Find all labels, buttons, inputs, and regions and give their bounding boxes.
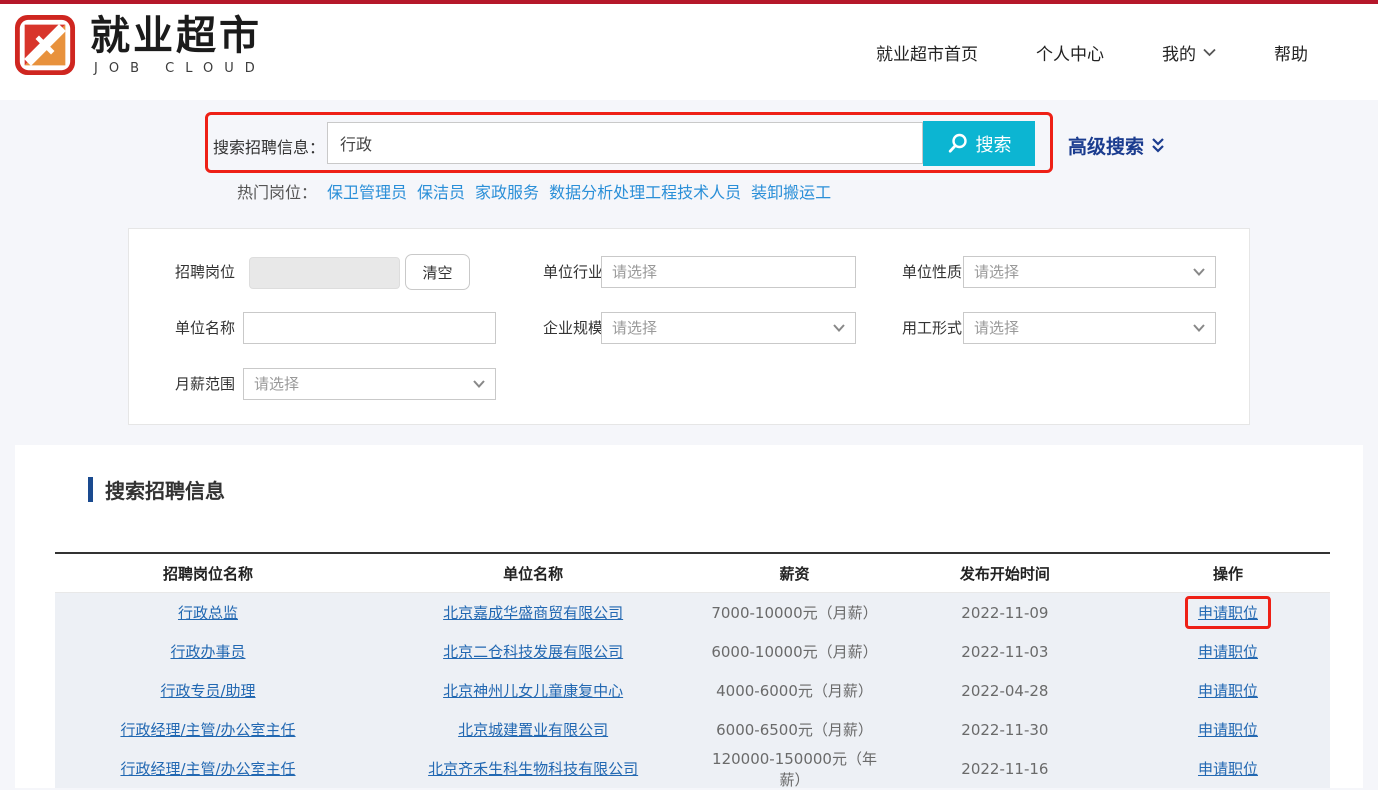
double-chevron-down-icon bbox=[1151, 137, 1165, 154]
salary-value: 6000-6500元（月薪） bbox=[705, 719, 884, 740]
table-body: 行政总监 北京嘉成华盛商贸有限公司 7000-10000元（月薪） 2022-1… bbox=[55, 593, 1330, 788]
site-header: 就业超市 JOB CLOUD 就业超市首页 个人中心 我的 帮助 bbox=[0, 4, 1378, 100]
apply-link[interactable]: 申请职位 bbox=[1198, 682, 1258, 700]
filter-label-nature: 单位性质 bbox=[896, 256, 962, 288]
site-logo[interactable]: 就业超市 JOB CLOUD bbox=[14, 14, 266, 76]
salary-value: 6000-10000元（月薪） bbox=[705, 641, 884, 662]
col-header-company: 单位名称 bbox=[361, 563, 705, 584]
logo-subtitle: JOB CLOUD bbox=[94, 61, 266, 76]
filter-panel: 招聘岗位 清空 单位行业 请选择 单位性质 请选择 单位名称 企业规模 请选择 … bbox=[128, 228, 1250, 425]
job-link[interactable]: 行政专员/助理 bbox=[160, 682, 255, 700]
publish-date: 2022-11-16 bbox=[884, 760, 1126, 778]
table-row: 行政经理/主管/办公室主任 北京齐禾生科生物科技有限公司 120000-1500… bbox=[55, 749, 1330, 788]
company-link[interactable]: 北京城建置业有限公司 bbox=[458, 721, 608, 739]
section-title-accent-bar bbox=[88, 477, 93, 502]
apply-link[interactable]: 申请职位 bbox=[1198, 643, 1258, 661]
company-link[interactable]: 北京齐禾生科生物科技有限公司 bbox=[428, 760, 638, 778]
select-chevron-icon bbox=[833, 324, 845, 332]
search-label: 搜索招聘信息： bbox=[213, 134, 325, 158]
job-link[interactable]: 行政总监 bbox=[178, 604, 238, 622]
industry-field[interactable]: 请选择 bbox=[601, 256, 856, 288]
table-row: 行政经理/主管/办公室主任 北京城建置业有限公司 6000-6500元（月薪） … bbox=[55, 710, 1330, 749]
salary-value: 7000-10000元（月薪） bbox=[705, 602, 884, 623]
job-link[interactable]: 行政经理/主管/办公室主任 bbox=[120, 760, 295, 778]
table-row: 行政专员/助理 北京神州儿女儿童康复中心 4000-6000元（月薪） 2022… bbox=[55, 671, 1330, 710]
filter-label-company: 单位名称 bbox=[169, 312, 235, 344]
hot-link-data-analysis[interactable]: 数据分析处理工程技术人员 bbox=[549, 179, 741, 203]
nav-help[interactable]: 帮助 bbox=[1274, 40, 1308, 65]
nav-mine[interactable]: 我的 bbox=[1162, 40, 1216, 65]
filter-label-salary: 月薪范围 bbox=[169, 368, 235, 400]
job-field-disabled bbox=[249, 257, 400, 289]
search-button-label: 搜索 bbox=[976, 131, 1012, 157]
jobs-table: 招聘岗位名称 单位名称 薪资 发布开始时间 操作 行政总监 北京嘉成华盛商贸有限… bbox=[55, 552, 1330, 788]
scale-select[interactable]: 请选择 bbox=[601, 312, 856, 344]
select-chevron-icon bbox=[1193, 268, 1205, 276]
job-link[interactable]: 行政办事员 bbox=[170, 643, 245, 661]
col-header-action: 操作 bbox=[1126, 563, 1330, 584]
search-input[interactable] bbox=[327, 122, 923, 164]
filter-label-employment: 用工形式 bbox=[896, 312, 962, 344]
salary-select[interactable]: 请选择 bbox=[243, 368, 496, 400]
nav-personal-center[interactable]: 个人中心 bbox=[1036, 40, 1104, 65]
logo-icon bbox=[14, 14, 76, 76]
company-link[interactable]: 北京神州儿女儿童康复中心 bbox=[443, 682, 623, 700]
hot-link-cleaner[interactable]: 保洁员 bbox=[417, 179, 465, 203]
apply-link[interactable]: 申请职位 bbox=[1198, 721, 1258, 739]
table-row: 行政总监 北京嘉成华盛商贸有限公司 7000-10000元（月薪） 2022-1… bbox=[55, 593, 1330, 632]
salary-value: 4000-6000元（月薪） bbox=[705, 680, 884, 701]
section-title: 搜索招聘信息 bbox=[88, 475, 225, 504]
publish-date: 2022-11-09 bbox=[884, 604, 1126, 622]
employment-select[interactable]: 请选择 bbox=[963, 312, 1216, 344]
table-row: 行政办事员 北京二仓科技发展有限公司 6000-10000元（月薪） 2022-… bbox=[55, 632, 1330, 671]
apply-link[interactable]: 申请职位 bbox=[1198, 760, 1258, 778]
table-header-row: 招聘岗位名称 单位名称 薪资 发布开始时间 操作 bbox=[55, 552, 1330, 593]
filter-label-job: 招聘岗位 bbox=[169, 256, 235, 288]
hot-jobs-row: 热门岗位： 保卫管理员 保洁员 家政服务 数据分析处理工程技术人员 装卸搬运工 bbox=[237, 179, 831, 203]
logo-title: 就业超市 bbox=[90, 14, 266, 58]
company-name-input[interactable] bbox=[243, 312, 496, 344]
nature-select[interactable]: 请选择 bbox=[963, 256, 1216, 288]
hot-link-security-manager[interactable]: 保卫管理员 bbox=[327, 179, 407, 203]
salary-value: 120000-150000元（年薪） bbox=[705, 748, 884, 790]
nav-home[interactable]: 就业超市首页 bbox=[876, 40, 978, 65]
filter-label-scale: 企业规模 bbox=[537, 312, 603, 344]
section-title-text: 搜索招聘信息 bbox=[105, 475, 225, 504]
hot-link-housekeeping[interactable]: 家政服务 bbox=[475, 179, 539, 203]
apply-link[interactable]: 申请职位 bbox=[1198, 604, 1258, 622]
company-link[interactable]: 北京二仓科技发展有限公司 bbox=[443, 643, 623, 661]
publish-date: 2022-04-28 bbox=[884, 682, 1126, 700]
filter-label-industry: 单位行业 bbox=[537, 256, 603, 288]
advanced-search-link[interactable]: 高级搜索 bbox=[1068, 132, 1165, 159]
select-chevron-icon bbox=[1193, 324, 1205, 332]
results-card: 搜索招聘信息 招聘岗位名称 单位名称 薪资 发布开始时间 操作 行政总监 北京嘉… bbox=[15, 445, 1363, 788]
hot-jobs-label: 热门岗位： bbox=[237, 179, 317, 203]
apply-annotation-box: 申请职位 bbox=[1185, 596, 1271, 629]
col-header-job: 招聘岗位名称 bbox=[55, 563, 361, 584]
search-button[interactable]: 搜索 bbox=[923, 121, 1035, 166]
select-chevron-icon bbox=[473, 380, 485, 388]
publish-date: 2022-11-03 bbox=[884, 643, 1126, 661]
col-header-salary: 薪资 bbox=[705, 563, 884, 584]
clear-button[interactable]: 清空 bbox=[405, 254, 470, 290]
company-link[interactable]: 北京嘉成华盛商贸有限公司 bbox=[443, 604, 623, 622]
main-nav: 就业超市首页 个人中心 我的 帮助 bbox=[876, 4, 1308, 100]
hot-link-loader[interactable]: 装卸搬运工 bbox=[751, 179, 831, 203]
col-header-date: 发布开始时间 bbox=[884, 563, 1126, 584]
job-link[interactable]: 行政经理/主管/办公室主任 bbox=[120, 721, 295, 739]
publish-date: 2022-11-30 bbox=[884, 721, 1126, 739]
search-icon bbox=[947, 133, 968, 154]
chevron-down-icon bbox=[1203, 48, 1216, 57]
